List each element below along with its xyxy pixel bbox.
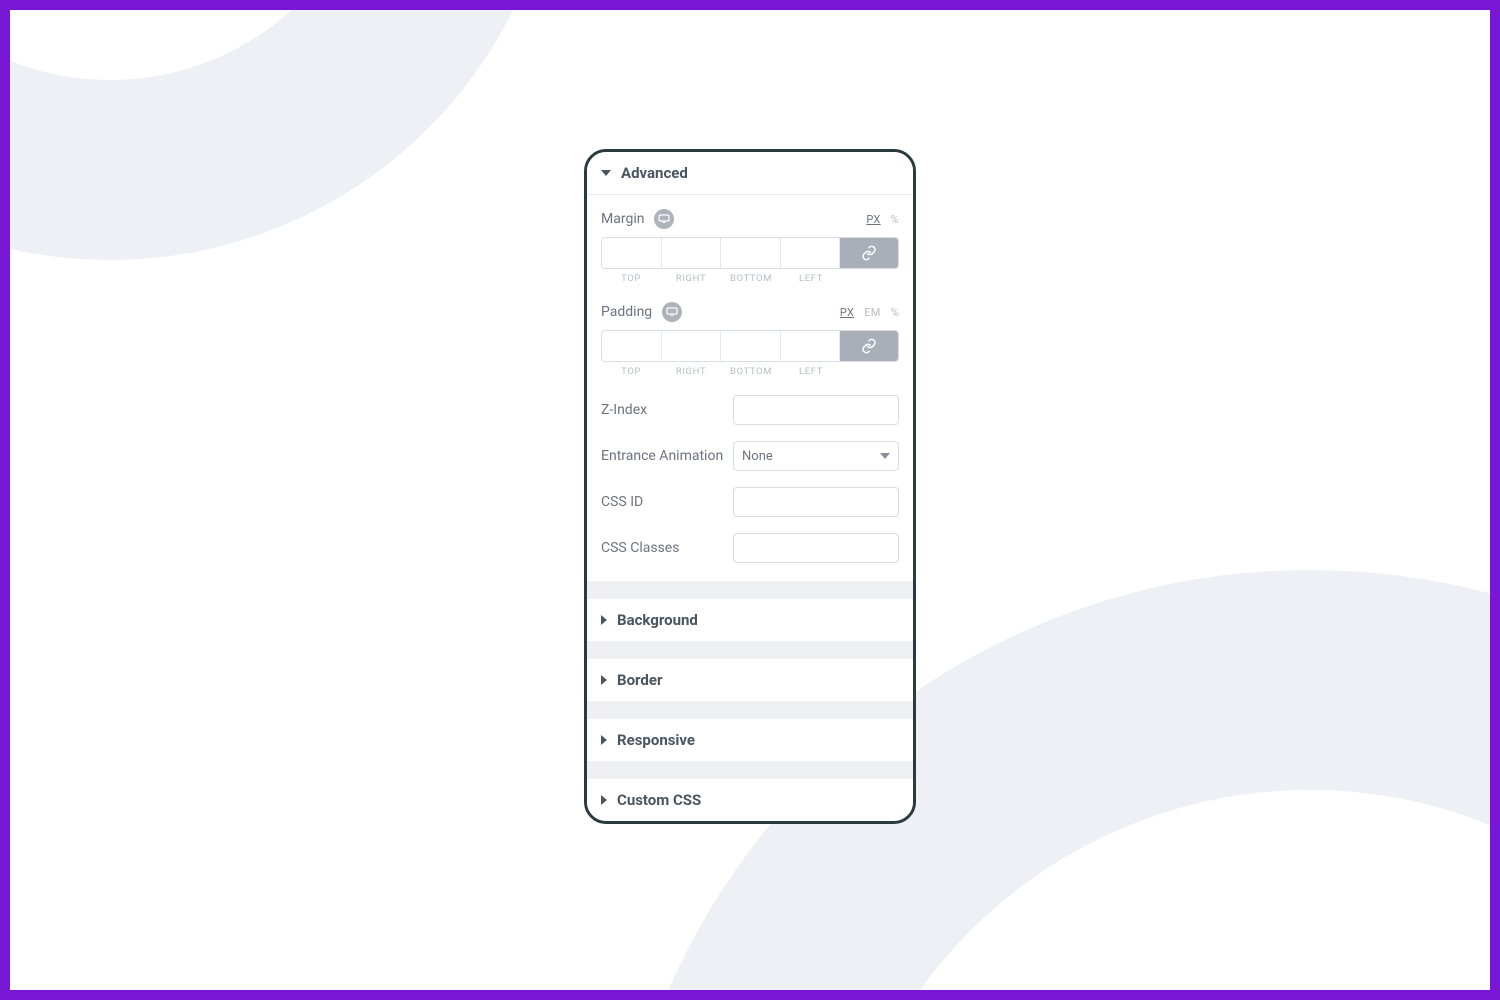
padding-unit-percent[interactable]: % xyxy=(891,306,899,319)
margin-right-input[interactable] xyxy=(662,238,722,268)
caret-right-icon xyxy=(601,795,607,805)
section-header-custom-css[interactable]: Custom CSS xyxy=(587,779,913,821)
desktop-device-icon[interactable] xyxy=(662,302,682,322)
entrance-animation-row: Entrance Animation None xyxy=(601,441,899,471)
padding-top-sublabel: TOP xyxy=(601,366,661,377)
padding-bottom-sublabel: BOTTOM xyxy=(721,366,781,377)
margin-top-input[interactable] xyxy=(602,238,662,268)
margin-left-sublabel: LEFT xyxy=(781,273,841,284)
padding-bottom-input[interactable] xyxy=(721,331,781,361)
caret-right-icon xyxy=(601,735,607,745)
css-classes-row: CSS Classes xyxy=(601,533,899,563)
section-divider xyxy=(587,761,913,779)
margin-label: Margin xyxy=(601,211,644,227)
caret-down-icon xyxy=(601,170,611,176)
decorative-circle-top xyxy=(0,0,560,260)
margin-link-values-button[interactable] xyxy=(840,238,898,268)
css-id-label: CSS ID xyxy=(601,494,733,510)
margin-right-sublabel: RIGHT xyxy=(661,273,721,284)
section-header-responsive[interactable]: Responsive xyxy=(587,719,913,761)
margin-unit-px[interactable]: PX xyxy=(866,213,880,226)
margin-bottom-input[interactable] xyxy=(721,238,781,268)
section-header-border[interactable]: Border xyxy=(587,659,913,701)
section-divider xyxy=(587,581,913,599)
section-divider xyxy=(587,641,913,659)
margin-bottom-sublabel: BOTTOM xyxy=(721,273,781,284)
entrance-animation-label: Entrance Animation xyxy=(601,448,733,464)
margin-unit-selector: PX % xyxy=(866,213,899,226)
section-title-custom-css: Custom CSS xyxy=(617,791,701,809)
css-classes-input[interactable] xyxy=(733,533,899,563)
section-title-advanced: Advanced xyxy=(621,164,688,182)
padding-unit-selector: PX EM % xyxy=(840,306,899,319)
caret-right-icon xyxy=(601,615,607,625)
margin-unit-percent[interactable]: % xyxy=(891,213,899,226)
style-panel: Advanced Margin PX % xyxy=(584,149,916,824)
entrance-animation-select[interactable]: None xyxy=(733,441,899,471)
section-body-advanced: Margin PX % xyxy=(587,195,913,581)
z-index-input[interactable] xyxy=(733,395,899,425)
css-id-row: CSS ID xyxy=(601,487,899,517)
section-title-background: Background xyxy=(617,611,698,629)
section-divider xyxy=(587,701,913,719)
css-id-input[interactable] xyxy=(733,487,899,517)
padding-control: Padding PX EM % xyxy=(601,302,899,377)
padding-right-input[interactable] xyxy=(662,331,722,361)
caret-right-icon xyxy=(601,675,607,685)
desktop-device-icon[interactable] xyxy=(654,209,674,229)
section-header-advanced[interactable]: Advanced xyxy=(587,152,913,195)
padding-left-input[interactable] xyxy=(781,331,841,361)
padding-unit-px[interactable]: PX xyxy=(840,306,854,319)
margin-control: Margin PX % xyxy=(601,209,899,284)
padding-top-input[interactable] xyxy=(602,331,662,361)
entrance-animation-value: None xyxy=(742,449,880,464)
margin-left-input[interactable] xyxy=(781,238,841,268)
z-index-row: Z-Index xyxy=(601,395,899,425)
padding-unit-em[interactable]: EM xyxy=(864,306,880,319)
section-title-responsive: Responsive xyxy=(617,731,695,749)
padding-link-values-button[interactable] xyxy=(840,331,898,361)
z-index-label: Z-Index xyxy=(601,402,733,418)
section-title-border: Border xyxy=(617,671,662,689)
section-header-background[interactable]: Background xyxy=(587,599,913,641)
padding-label: Padding xyxy=(601,304,652,320)
padding-right-sublabel: RIGHT xyxy=(661,366,721,377)
margin-top-sublabel: TOP xyxy=(601,273,661,284)
css-classes-label: CSS Classes xyxy=(601,540,733,556)
chevron-down-icon xyxy=(880,453,890,459)
padding-left-sublabel: LEFT xyxy=(781,366,841,377)
